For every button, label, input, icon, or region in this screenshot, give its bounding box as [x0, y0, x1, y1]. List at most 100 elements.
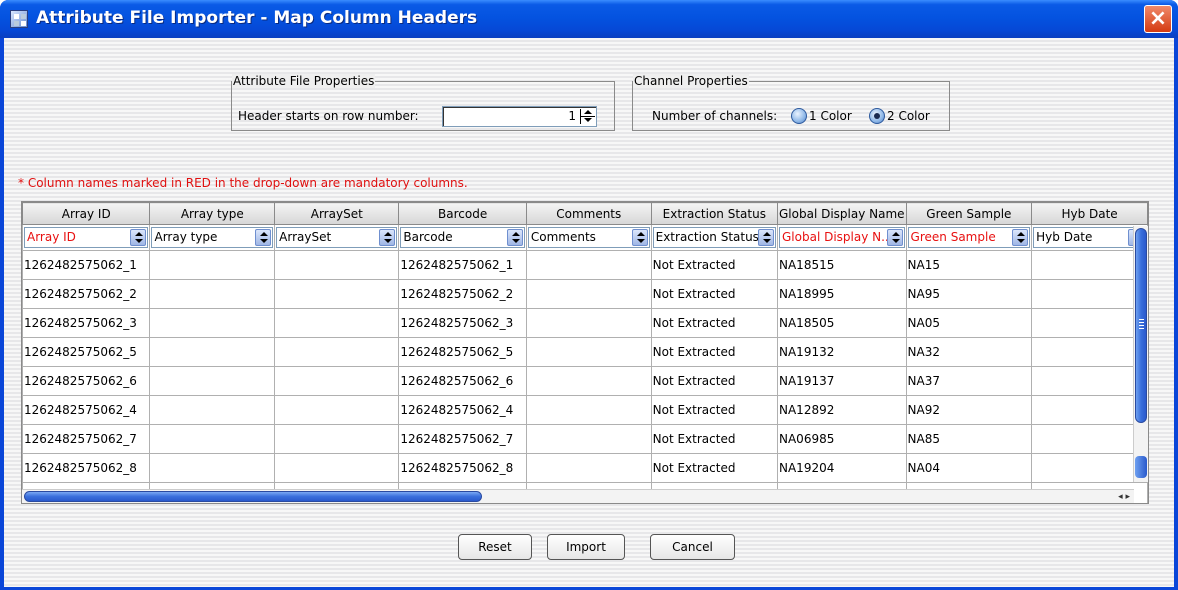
table-cell[interactable] — [1031, 337, 1148, 367]
column-header[interactable]: Barcode — [398, 202, 527, 225]
table-cell[interactable]: Not Extracted — [650, 424, 779, 454]
table-cell[interactable]: NA92 — [905, 395, 1033, 425]
table-cell[interactable]: NA18515 — [777, 250, 907, 280]
table-cell[interactable]: NA18505 — [777, 308, 907, 338]
table-cell[interactable]: Not Extracted — [650, 250, 779, 280]
table-cell[interactable]: NA18995 — [777, 279, 907, 309]
dropdown-arrow-icon[interactable] — [130, 229, 147, 246]
column-header[interactable]: Array ID — [22, 202, 151, 225]
table-cell[interactable] — [525, 337, 652, 367]
dropdown-arrow-icon[interactable] — [506, 229, 523, 246]
table-cell[interactable] — [149, 366, 276, 396]
table-cell[interactable] — [274, 308, 400, 338]
column-header[interactable]: Hyb Date — [1031, 202, 1148, 225]
spinner-arrows-icon[interactable] — [580, 109, 595, 124]
column-mapping-dropdown[interactable]: Array ID — [24, 227, 149, 248]
column-header[interactable]: Array type — [149, 202, 276, 225]
table-cell[interactable]: 1262482575062_5 — [22, 337, 151, 367]
dropdown-arrow-icon[interactable] — [255, 229, 272, 246]
column-mapping-table[interactable]: Array ID Array type ArraySet Barcode Comment… — [21, 201, 1149, 504]
table-cell[interactable] — [149, 279, 276, 309]
table-cell[interactable] — [1031, 366, 1148, 396]
table-cell[interactable]: 1262482575062_3 — [398, 308, 527, 338]
column-header[interactable]: Global Display Name — [777, 202, 907, 225]
table-cell[interactable] — [525, 424, 652, 454]
table-cell[interactable]: 1262482575062_2 — [22, 279, 151, 309]
table-cell[interactable]: NA85 — [905, 424, 1033, 454]
table-cell[interactable] — [274, 453, 400, 483]
table-cell[interactable] — [274, 337, 400, 367]
title-bar[interactable]: Attribute File Importer - Map Column Hea… — [0, 0, 1178, 38]
dropdown-arrow-icon[interactable] — [758, 229, 774, 246]
table-cell[interactable]: NA04 — [905, 453, 1033, 483]
table-cell[interactable]: 1262482575062_8 — [22, 453, 151, 483]
table-cell[interactable]: NA12892 — [777, 395, 907, 425]
column-header[interactable]: Comments — [525, 202, 652, 225]
table-cell[interactable]: NA19137 — [777, 366, 907, 396]
column-mapping-dropdown[interactable]: Hyb Date — [1033, 227, 1146, 248]
table-cell[interactable]: Not Extracted — [650, 366, 779, 396]
table-cell[interactable] — [274, 395, 400, 425]
reset-button[interactable]: Reset — [458, 534, 532, 560]
table-cell[interactable]: 1262482575062_2 — [398, 279, 527, 309]
horizontal-scroll-thumb[interactable] — [24, 491, 482, 502]
dropdown-arrow-icon[interactable] — [379, 229, 396, 246]
table-cell[interactable]: 1262482575062_4 — [398, 395, 527, 425]
table-cell[interactable]: NA32 — [905, 337, 1033, 367]
table-cell[interactable] — [525, 279, 652, 309]
table-cell[interactable] — [149, 453, 276, 483]
column-mapping-dropdown[interactable]: Extraction Status — [652, 227, 776, 248]
table-cell[interactable]: NA19132 — [777, 337, 907, 367]
spinner-down-icon[interactable] — [584, 118, 592, 122]
table-cell[interactable] — [525, 395, 652, 425]
table-row[interactable]: 1262482575062_4 1262482575062_4 Not Extrac… — [22, 395, 1148, 425]
table-cell[interactable] — [1031, 279, 1148, 309]
dropdown-arrow-icon[interactable] — [1012, 229, 1029, 246]
radio-2-color-label[interactable]: 2 Color — [887, 109, 930, 123]
import-button[interactable]: Import — [547, 534, 625, 560]
header-row-spinner[interactable]: 1 — [442, 106, 597, 127]
vertical-scrollbar[interactable] — [1133, 226, 1148, 482]
column-mapping-dropdown[interactable]: Global Display N... — [779, 227, 905, 248]
table-cell[interactable] — [149, 424, 276, 454]
column-mapping-dropdown[interactable]: Green Sample — [907, 227, 1031, 248]
dropdown-arrow-icon[interactable] — [631, 229, 648, 246]
table-cell[interactable]: NA95 — [905, 279, 1033, 309]
table-cell[interactable] — [149, 250, 276, 280]
table-cell[interactable] — [525, 453, 652, 483]
column-header[interactable]: ArraySet — [274, 202, 400, 225]
scroll-arrows-icon[interactable] — [1135, 456, 1147, 478]
table-cell[interactable] — [525, 366, 652, 396]
table-cell[interactable] — [1031, 308, 1148, 338]
column-header[interactable]: Extraction Status — [650, 202, 779, 225]
table-row[interactable]: 1262482575062_2 1262482575062_2 Not Extrac… — [22, 279, 1148, 309]
dropdown-arrow-icon[interactable] — [886, 229, 903, 246]
column-mapping-dropdown[interactable]: ArraySet — [276, 227, 398, 248]
cancel-button[interactable]: Cancel — [650, 534, 735, 560]
table-cell[interactable] — [525, 250, 652, 280]
spinner-up-icon[interactable] — [584, 110, 592, 114]
table-cell[interactable]: 1262482575062_8 — [398, 453, 527, 483]
table-cell[interactable]: 1262482575062_3 — [22, 308, 151, 338]
column-mapping-dropdown[interactable]: Comments — [527, 227, 650, 248]
table-cell[interactable]: 1262482575062_7 — [398, 424, 527, 454]
table-cell[interactable]: NA05 — [905, 308, 1033, 338]
table-cell[interactable] — [1031, 424, 1148, 454]
table-cell[interactable]: Not Extracted — [650, 395, 779, 425]
table-cell[interactable] — [149, 395, 276, 425]
close-button[interactable]: × — [1144, 5, 1172, 33]
table-cell[interactable] — [274, 424, 400, 454]
table-row[interactable]: 1262482575062_8 1262482575062_8 Not Extrac… — [22, 453, 1148, 483]
table-cell[interactable]: Not Extracted — [650, 279, 779, 309]
table-cell[interactable]: Not Extracted — [650, 337, 779, 367]
vertical-scroll-thumb[interactable] — [1135, 228, 1147, 423]
column-header[interactable]: Green Sample — [905, 202, 1033, 225]
radio-1-color[interactable] — [791, 108, 807, 124]
horizontal-arrows-icon[interactable]: ◂ ▸ — [1118, 492, 1130, 502]
table-cell[interactable]: 1262482575062_1 — [398, 250, 527, 280]
table-cell[interactable] — [1031, 453, 1148, 483]
table-cell[interactable]: NA06985 — [777, 424, 907, 454]
table-cell[interactable]: 1262482575062_6 — [22, 366, 151, 396]
column-mapping-dropdown[interactable]: Array type — [151, 227, 274, 248]
table-cell[interactable] — [525, 308, 652, 338]
